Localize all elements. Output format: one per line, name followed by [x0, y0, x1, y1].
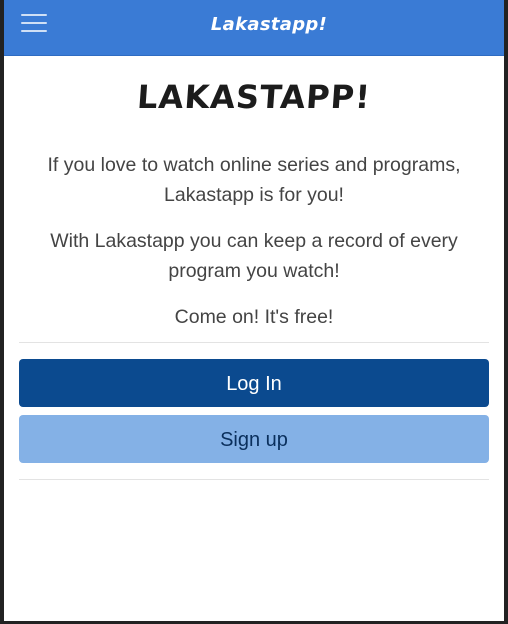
navbar-brand[interactable]: Lakastapp! [4, 14, 504, 35]
top-navbar: Lakastapp! [4, 0, 504, 56]
page-title: LAKASTAPP! [135, 78, 373, 116]
divider-top [19, 342, 489, 343]
login-button[interactable]: Log In [19, 359, 489, 407]
divider-bottom [19, 479, 489, 480]
free-paragraph: Come on! It's free! [174, 306, 334, 328]
feature-paragraph: With Lakastapp you can keep a record of … [50, 230, 458, 282]
signup-button[interactable]: Sign up [19, 415, 489, 463]
intro-paragraph: If you love to watch online series and p… [47, 154, 461, 206]
app-screen: Lakastapp! LAKASTAPP! If you love to wat… [4, 0, 504, 621]
main-content: LAKASTAPP! If you love to watch online s… [4, 56, 504, 480]
